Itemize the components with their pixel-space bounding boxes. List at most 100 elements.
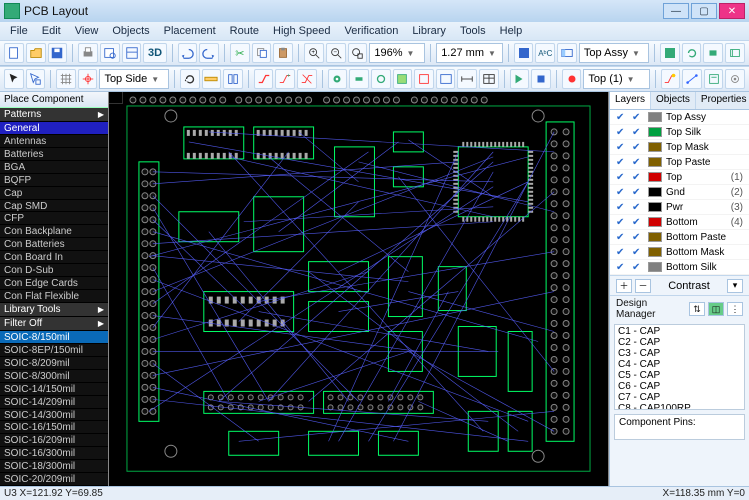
preferences-button[interactable] bbox=[725, 69, 745, 89]
component-button[interactable] bbox=[703, 43, 723, 63]
grid-combo[interactable]: 1.27 mm▼ bbox=[436, 43, 503, 63]
patterns-header[interactable]: Patterns bbox=[0, 108, 108, 122]
origin-button[interactable] bbox=[78, 69, 98, 89]
layer-swatch[interactable] bbox=[648, 217, 662, 227]
table-button[interactable] bbox=[479, 69, 499, 89]
pattern-category[interactable]: Batteries bbox=[0, 148, 108, 161]
pattern-category[interactable]: BGA bbox=[0, 161, 108, 174]
pcb-canvas[interactable] bbox=[108, 92, 609, 486]
copy-button[interactable] bbox=[252, 43, 272, 63]
pattern-item[interactable]: SOIC-20/209mil bbox=[0, 473, 108, 486]
pattern-category[interactable]: Antennas bbox=[0, 135, 108, 148]
close-button[interactable]: ✕ bbox=[719, 3, 745, 19]
pad-button[interactable] bbox=[349, 69, 369, 89]
list-item[interactable]: C5 - CAP bbox=[618, 370, 741, 381]
print-button[interactable] bbox=[78, 43, 98, 63]
zoom-combo[interactable]: 196%▼ bbox=[369, 43, 425, 63]
check-icon[interactable]: ✔ bbox=[632, 172, 644, 183]
signal-layer-combo[interactable]: Top (1)▼ bbox=[583, 69, 649, 89]
layer-row[interactable]: ✔✔Bottom Mask bbox=[610, 245, 749, 260]
schematic-button[interactable] bbox=[660, 43, 680, 63]
pattern-item[interactable]: SOIC-16/209mil bbox=[0, 434, 108, 447]
pattern-item[interactable]: SOIC-16/150mil bbox=[0, 421, 108, 434]
list-item[interactable]: C6 - CAP bbox=[618, 381, 741, 392]
filter-header[interactable]: Filter Off bbox=[0, 317, 108, 331]
check-icon[interactable]: ✔ bbox=[616, 187, 628, 198]
check-icon[interactable]: ✔ bbox=[616, 232, 628, 243]
menu-highspeed[interactable]: High Speed bbox=[267, 24, 337, 38]
menu-view[interactable]: View bbox=[69, 24, 105, 38]
layer-row[interactable]: ✔✔Top Mask bbox=[610, 140, 749, 155]
layer-row[interactable]: ✔✔Top Assy bbox=[610, 110, 749, 125]
tab-objects[interactable]: Objects bbox=[651, 92, 696, 109]
check-icon[interactable]: ✔ bbox=[616, 127, 628, 138]
layer-row[interactable]: ✔✔Bottom Silk bbox=[610, 260, 749, 275]
pattern-category[interactable]: Cap bbox=[0, 187, 108, 200]
rotate-button[interactable] bbox=[180, 69, 200, 89]
layer-row[interactable]: ✔✔Bottom(4) bbox=[610, 215, 749, 230]
route-manual-button[interactable] bbox=[254, 69, 274, 89]
pattern-item[interactable]: SOIC-8/300mil bbox=[0, 370, 108, 383]
save-button[interactable] bbox=[48, 43, 68, 63]
pattern-category[interactable]: BQFP bbox=[0, 174, 108, 187]
layer-swatch[interactable] bbox=[648, 127, 662, 137]
pattern-category[interactable]: Cap SMD bbox=[0, 200, 108, 213]
check-icon[interactable]: ✔ bbox=[616, 202, 628, 213]
autoroute-start-button[interactable] bbox=[510, 69, 530, 89]
measure-button[interactable] bbox=[202, 69, 222, 89]
layer-row[interactable]: ✔✔Top(1) bbox=[610, 170, 749, 185]
menu-verification[interactable]: Verification bbox=[339, 24, 405, 38]
preview-button[interactable] bbox=[100, 43, 120, 63]
drc-button[interactable] bbox=[661, 69, 681, 89]
drag-mode-button[interactable] bbox=[26, 69, 46, 89]
3d-button[interactable]: 3D bbox=[143, 43, 166, 63]
check-icon[interactable]: ✔ bbox=[632, 247, 644, 258]
autoroute-stop-button[interactable] bbox=[531, 69, 551, 89]
pattern-item[interactable]: SOIC-8/209mil bbox=[0, 357, 108, 370]
check-icon[interactable]: ✔ bbox=[616, 157, 628, 168]
pattern-item[interactable]: SOIC-8EP/150mil bbox=[0, 344, 108, 357]
pattern-item[interactable]: SOIC-16/300mil bbox=[0, 447, 108, 460]
maximize-button[interactable]: ▢ bbox=[691, 3, 717, 19]
zoom-window-button[interactable] bbox=[348, 43, 368, 63]
check-icon[interactable]: ✔ bbox=[632, 127, 644, 138]
pattern-category[interactable]: General bbox=[0, 122, 108, 135]
layer-swatch[interactable] bbox=[648, 262, 662, 272]
route-add-button[interactable]: + bbox=[275, 69, 295, 89]
pattern-item[interactable]: SOIC-14/300mil bbox=[0, 409, 108, 422]
select-mode-button[interactable] bbox=[4, 69, 24, 89]
layer-swatch[interactable] bbox=[648, 247, 662, 257]
check-icon[interactable]: ✔ bbox=[632, 112, 644, 123]
zoom-in-button[interactable]: + bbox=[304, 43, 324, 63]
paste-button[interactable] bbox=[273, 43, 293, 63]
layer-swatch[interactable] bbox=[648, 112, 662, 122]
ratlines-button[interactable] bbox=[682, 69, 702, 89]
route-delete-button[interactable] bbox=[297, 69, 317, 89]
mirror-button[interactable] bbox=[223, 69, 243, 89]
renew-button[interactable] bbox=[682, 43, 702, 63]
layer-swatch[interactable] bbox=[648, 157, 662, 167]
layer-swatch[interactable] bbox=[648, 172, 662, 182]
check-icon[interactable]: ✔ bbox=[616, 247, 628, 258]
title-block-button[interactable] bbox=[122, 43, 142, 63]
menu-library[interactable]: Library bbox=[406, 24, 452, 38]
layer-display-button[interactable] bbox=[514, 43, 534, 63]
undo-button[interactable] bbox=[178, 43, 198, 63]
tab-layers[interactable]: Layers bbox=[610, 92, 651, 109]
pattern-category[interactable]: Con Board In bbox=[0, 251, 108, 264]
list-item[interactable]: C3 - CAP bbox=[618, 348, 741, 359]
delete-layer-button[interactable]: － bbox=[635, 279, 651, 293]
layer-swatch[interactable] bbox=[648, 232, 662, 242]
pattern-category[interactable]: Con Batteries bbox=[0, 238, 108, 251]
add-layer-button[interactable]: ＋ bbox=[616, 279, 632, 293]
netlist-button[interactable] bbox=[704, 69, 724, 89]
dm-sort-button[interactable]: ⇅ bbox=[689, 302, 705, 316]
list-item[interactable]: C1 - CAP bbox=[618, 326, 741, 337]
layer-swatch[interactable] bbox=[648, 187, 662, 197]
menu-edit[interactable]: Edit bbox=[36, 24, 67, 38]
new-file-button[interactable] bbox=[4, 43, 24, 63]
pattern-item[interactable]: SOIC-14/150mil bbox=[0, 383, 108, 396]
top-assy-combo[interactable]: Top Assy▼ bbox=[579, 43, 649, 63]
menu-placement[interactable]: Placement bbox=[158, 24, 222, 38]
pattern-category[interactable]: Con Flat Flexible bbox=[0, 290, 108, 303]
